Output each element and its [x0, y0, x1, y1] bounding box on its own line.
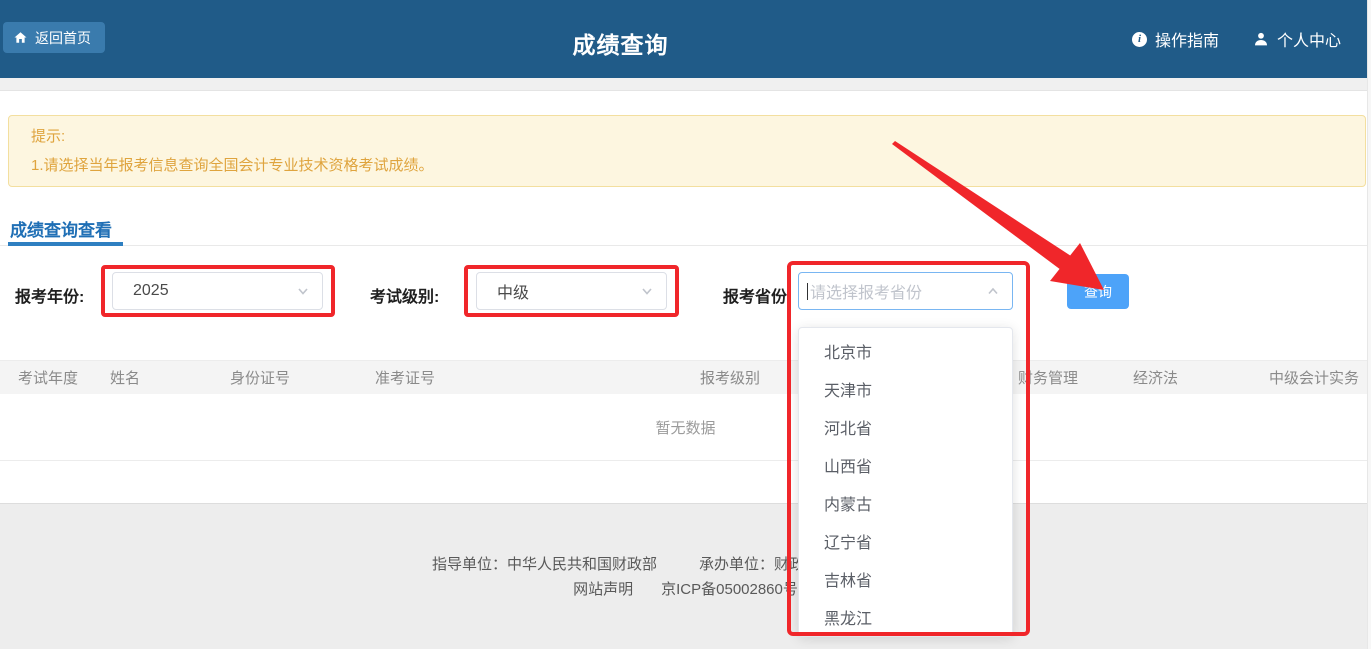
icp-number: 京ICP备05002860号 [661, 581, 798, 598]
guide-link[interactable]: i 操作指南 [1132, 27, 1219, 51]
table-empty-row: 暂无数据 [0, 394, 1371, 461]
province-option-beijing[interactable]: 北京市 [799, 335, 1012, 373]
year-select[interactable]: 2025 [112, 272, 323, 310]
table-header-row: 考试年度 姓名 身份证号 准考证号 报考级别 财务管理 经济法 中级会计实务 [0, 360, 1371, 394]
notice-line: 1.请选择当年报考信息查询全国会计专业技术资格考试成绩。 [31, 154, 1343, 175]
site-statement-link[interactable]: 网站声明 [573, 581, 633, 598]
scrollbar[interactable] [1367, 0, 1371, 649]
active-tab-underline [8, 242, 123, 246]
province-option-heilongjiang[interactable]: 黑龙江 [799, 601, 1012, 637]
province-option-neimenggu[interactable]: 内蒙古 [799, 487, 1012, 525]
topbar-links: i 操作指南 个人中心 [1132, 27, 1341, 51]
info-icon: i [1132, 32, 1147, 47]
footer-legal-line: 网站声明 京ICP备05002860号 [0, 578, 1371, 599]
header-substrip [0, 78, 1371, 91]
level-select[interactable]: 中级 [476, 272, 667, 310]
province-dropdown-panel: 北京市 天津市 河北省 山西省 内蒙古 辽宁省 吉林省 黑龙江 [798, 327, 1013, 637]
level-label: 考试级别: [370, 283, 439, 307]
col-admission-ticket: 准考证号 [357, 367, 682, 388]
year-label: 报考年份: [15, 283, 84, 307]
col-economic-law: 经济法 [1115, 367, 1251, 388]
user-icon [1253, 31, 1269, 47]
province-label: 报考省份: [723, 283, 792, 307]
chevron-down-icon [296, 284, 310, 298]
year-select-value: 2025 [133, 282, 296, 300]
level-select-value: 中级 [497, 279, 640, 303]
province-option-shanxi[interactable]: 山西省 [799, 449, 1012, 487]
score-query-page: 返回首页 成绩查询 i 操作指南 个人中心 提示: 1.请选择当年报考信息查询全… [0, 0, 1371, 649]
tab-score-query-view[interactable]: 成绩查询查看 [10, 216, 112, 241]
footer-units-line: 指导单位：中华人民共和国财政部承办单位：财政部会计财务评价中心 [0, 553, 1371, 574]
top-bar: 返回首页 成绩查询 i 操作指南 个人中心 [0, 0, 1371, 78]
page-title: 成绩查询 [0, 26, 1241, 60]
personal-center-link[interactable]: 个人中心 [1253, 27, 1341, 51]
page-footer: 指导单位：中华人民共和国财政部承办单位：财政部会计财务评价中心 网站声明 京ICP… [0, 503, 1371, 649]
province-option-liaoning[interactable]: 辽宁省 [799, 525, 1012, 563]
province-select[interactable]: 请选择报考省份 [798, 272, 1013, 310]
chevron-down-icon [640, 284, 654, 298]
province-select-placeholder: 请选择报考省份 [810, 279, 986, 303]
guide-label: 操作指南 [1155, 27, 1219, 51]
query-button[interactable]: 查询 [1067, 274, 1129, 309]
province-option-tianjin[interactable]: 天津市 [799, 373, 1012, 411]
province-option-hebei[interactable]: 河北省 [799, 411, 1012, 449]
empty-data-text: 暂无数据 [655, 417, 715, 438]
tab-divider-line [0, 245, 1371, 246]
personal-center-label: 个人中心 [1277, 27, 1341, 51]
col-intermediate-accounting: 中级会计实务 [1251, 367, 1359, 388]
guide-unit-text: 指导单位：中华人民共和国财政部 [432, 556, 657, 573]
notice-box: 提示: 1.请选择当年报考信息查询全国会计专业技术资格考试成绩。 [8, 115, 1366, 187]
chevron-up-icon [986, 284, 1000, 298]
text-caret [807, 283, 808, 300]
col-exam-year: 考试年度 [0, 367, 92, 388]
col-id-number: 身份证号 [212, 367, 357, 388]
notice-title: 提示: [31, 125, 1343, 146]
col-name: 姓名 [92, 367, 212, 388]
province-option-jilin[interactable]: 吉林省 [799, 563, 1012, 601]
col-financial-management: 财务管理 [1000, 367, 1115, 388]
